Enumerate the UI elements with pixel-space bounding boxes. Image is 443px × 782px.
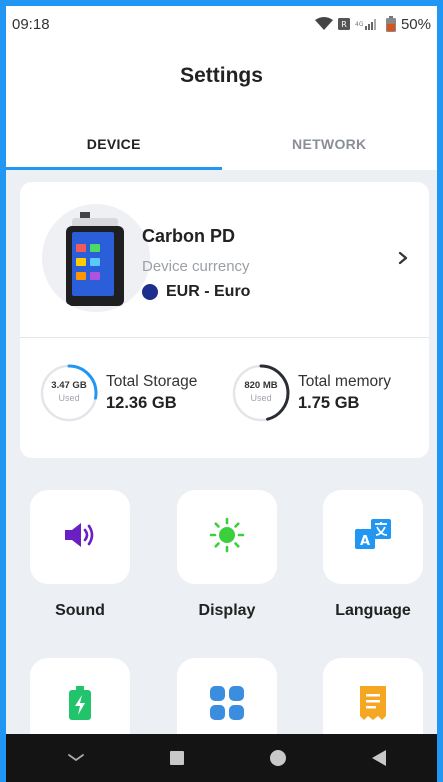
status-icons: R 4G 50% [314,15,431,33]
speaker-icon [63,520,97,555]
storage-gauge: 3.47 GB Used [38,362,100,424]
back-icon[interactable] [359,738,399,778]
translate-icon: A [355,518,391,556]
keyboard-hide-icon[interactable] [56,738,96,778]
device-image [42,204,150,312]
memory-label: Total memory [298,373,392,390]
notification-icon: R [337,18,350,30]
memory-value: 1.75 GB [298,394,360,412]
currency-value: EUR - Euro [166,283,251,300]
tab-network[interactable]: NETWORK [222,118,438,170]
device-name: Carbon PD [142,226,236,246]
display-tile[interactable] [177,490,277,584]
status-time: 09:18 [12,15,50,33]
page-title: Settings [180,64,263,87]
device-info-row[interactable]: Carbon PD Device currency EUR - Euro [20,182,429,338]
language-label: Language [335,602,411,619]
receipt-icon [358,685,388,725]
storage-used-label: Used [58,393,80,403]
app-frame: 09:18 R 4G 50% Settings DEVICE NETWORK C… [0,0,443,782]
tab-bar: DEVICE NETWORK [6,118,437,170]
currency-row: EUR - Euro [142,283,250,301]
signal-icon: 4G [355,17,381,31]
storage-used-value: 3.47 GB [51,380,87,391]
total-memory: 820 MB Used Total memory 1.75 GB [230,362,391,424]
recents-icon[interactable] [157,738,197,778]
battery-charging-icon [69,685,91,725]
sound-label: Sound [55,602,105,619]
chevron-right-icon [393,248,413,268]
battery-icon [385,16,396,32]
sound-tile[interactable] [30,490,130,584]
total-storage: 3.47 GB Used Total Storage 12.36 GB [38,362,197,424]
device-card: Carbon PD Device currency EUR - Euro 3.4… [20,182,429,458]
apps-grid-icon [210,685,244,725]
brightness-icon [209,517,245,558]
home-icon[interactable] [258,738,298,778]
svg-text:A: A [360,534,370,549]
storage-label: Total Storage [106,373,198,390]
wifi-icon [314,17,333,31]
svg-text:4G: 4G [355,21,364,28]
status-bar: 09:18 R 4G 50% [6,6,437,42]
system-nav-bar [6,734,437,782]
memory-used-value: 820 MB [244,380,278,391]
memory-used-label: Used [250,393,272,403]
display-label: Display [198,602,256,619]
storage-value: 12.36 GB [106,394,177,412]
eu-flag-icon [142,284,158,300]
battery-percent: 50% [400,15,431,33]
settings-content: Carbon PD Device currency EUR - Euro 3.4… [6,170,437,752]
tab-device[interactable]: DEVICE [6,118,222,170]
language-tile[interactable]: A [323,490,423,584]
svg-text:R: R [341,20,347,29]
memory-gauge: 820 MB Used [230,362,292,424]
device-currency-label: Device currency [142,258,250,275]
